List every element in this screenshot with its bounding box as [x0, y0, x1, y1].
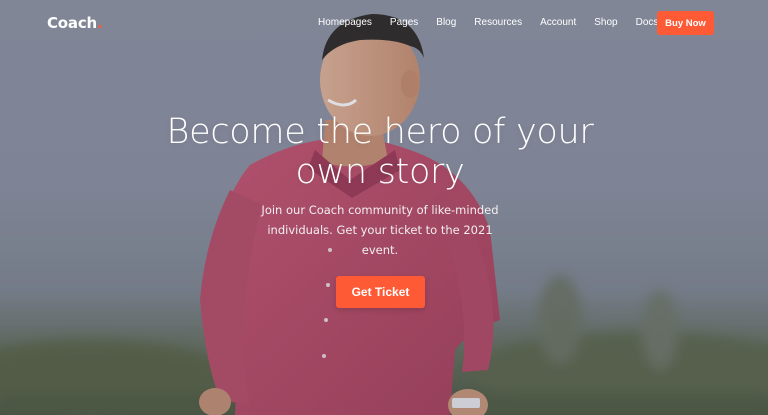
- main-menu: Homepages Pages Blog Resources Account S…: [318, 17, 676, 28]
- brand-dot: .: [97, 14, 103, 32]
- nav-item-resources[interactable]: Resources: [474, 17, 522, 28]
- nav-item-account[interactable]: Account: [540, 17, 576, 28]
- hero-subtext: Join our Coach community of like-minded …: [261, 203, 499, 257]
- top-navbar: Coach. Homepages Pages Blog Resources Ac…: [0, 0, 768, 46]
- nav-item-docs[interactable]: Docs: [636, 17, 659, 28]
- nav-item-shop[interactable]: Shop: [594, 17, 617, 28]
- get-ticket-button[interactable]: Get Ticket: [336, 276, 425, 308]
- hero-section: Coach. Homepages Pages Blog Resources Ac…: [0, 0, 768, 415]
- hero-headline: Become the hero of your own story: [166, 112, 594, 192]
- buy-now-button[interactable]: Buy Now: [657, 11, 714, 35]
- nav-item-pages[interactable]: Pages: [390, 17, 418, 28]
- brand-name: Coach: [47, 14, 98, 32]
- brand-logo[interactable]: Coach.: [47, 14, 103, 32]
- nav-item-blog[interactable]: Blog: [436, 17, 456, 28]
- nav-item-homepages[interactable]: Homepages: [318, 17, 372, 28]
